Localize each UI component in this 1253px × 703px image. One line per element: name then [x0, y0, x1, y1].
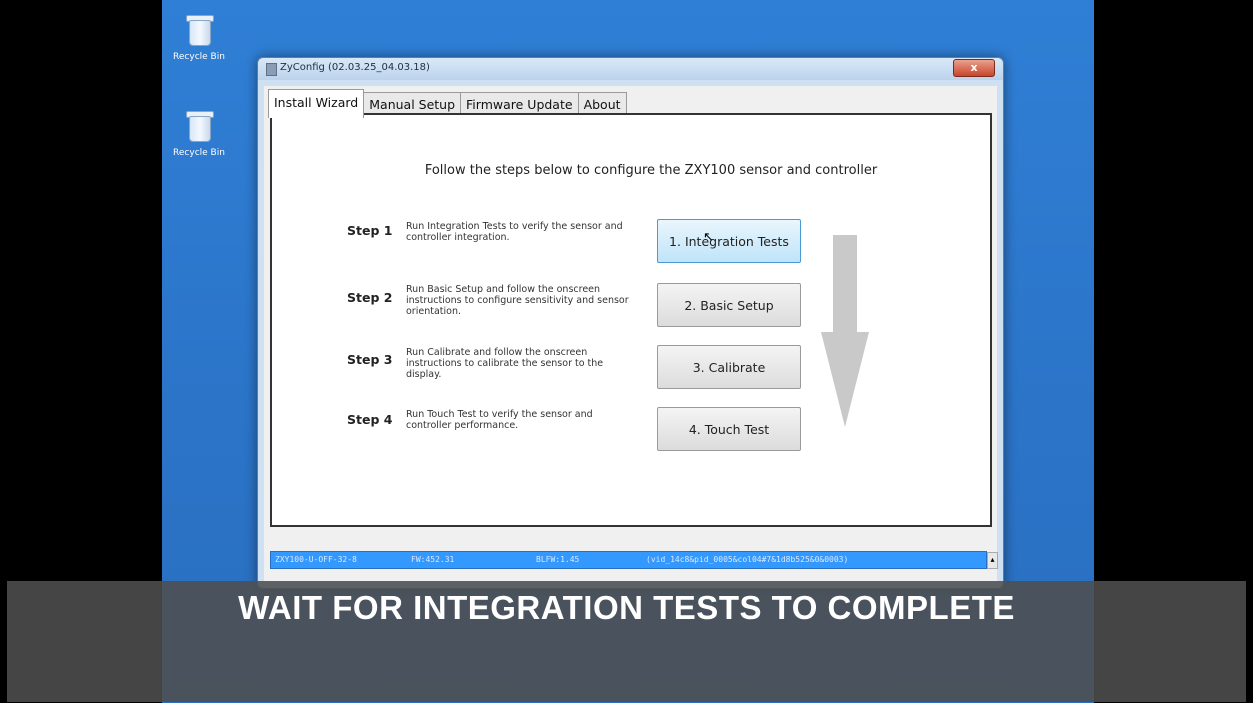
desktop-icon-label: Recycle Bin: [173, 148, 225, 158]
step-3-label: Step 3: [347, 352, 393, 367]
zyconfig-window: ZyConfig (02.03.25_04.03.18) x Install W…: [257, 57, 1004, 589]
step-4-label: Step 4: [347, 412, 393, 427]
caption-overlay: WAIT FOR INTEGRATION TESTS TO COMPLETE: [7, 581, 1246, 702]
step-4-description: Run Touch Test to verify the sensor and …: [406, 409, 593, 431]
device-vid-pid: (vid_14c8&pid_0005&col04#7&1d8b525&0&000…: [646, 555, 849, 564]
step-1-description: Run Integration Tests to verify the sens…: [406, 221, 623, 243]
scroll-arrow-icon[interactable]: ▴: [987, 552, 998, 569]
step-2-label: Step 2: [347, 290, 393, 305]
recycle-bin-icon: [185, 12, 214, 46]
down-arrow-head: [821, 332, 869, 427]
window-title: ZyConfig (02.03.25_04.03.18): [280, 62, 430, 73]
recycle-bin-shortcut[interactable]: Recycle Bin: [164, 108, 234, 158]
down-arrow-icon: [833, 235, 857, 335]
window-client-area: Install Wizard Manual Setup Firmware Upd…: [264, 86, 998, 582]
firmware-version: FW:452.31: [411, 555, 455, 564]
bootloader-version: BLFW:1.45: [536, 555, 580, 564]
mouse-cursor-icon: ↖: [703, 230, 714, 245]
recycle-bin-shortcut[interactable]: Recycle Bin: [164, 12, 234, 62]
close-button[interactable]: x: [953, 59, 995, 77]
device-model: ZXY100-U-OFF-32-8: [275, 555, 357, 564]
caption-text: WAIT FOR INTEGRATION TESTS TO COMPLETE: [238, 589, 1015, 626]
title-bar[interactable]: ZyConfig (02.03.25_04.03.18) x: [258, 58, 1003, 80]
touch-test-button[interactable]: 4. Touch Test: [657, 407, 801, 451]
recycle-bin-icon: [185, 108, 214, 142]
device-status-bar[interactable]: ZXY100-U-OFF-32-8 FW:452.31 BLFW:1.45 (v…: [270, 551, 987, 569]
step-3-description: Run Calibrate and follow the onscreen in…: [406, 347, 604, 380]
install-wizard-panel: Follow the steps below to configure the …: [270, 113, 992, 527]
app-icon: [266, 63, 277, 76]
instruction-text: Follow the steps below to configure the …: [424, 163, 878, 178]
step-1-label: Step 1: [347, 223, 393, 238]
calibrate-button[interactable]: 3. Calibrate: [657, 345, 801, 389]
basic-setup-button[interactable]: 2. Basic Setup: [657, 283, 801, 327]
desktop-icon-label: Recycle Bin: [173, 52, 225, 62]
integration-tests-button[interactable]: 1. Integration Tests: [657, 219, 801, 263]
tab-install-wizard[interactable]: Install Wizard: [268, 89, 365, 118]
step-2-description: Run Basic Setup and follow the onscreen …: [406, 284, 629, 317]
tab-strip: Install Wizard Manual Setup Firmware Upd…: [268, 89, 627, 118]
